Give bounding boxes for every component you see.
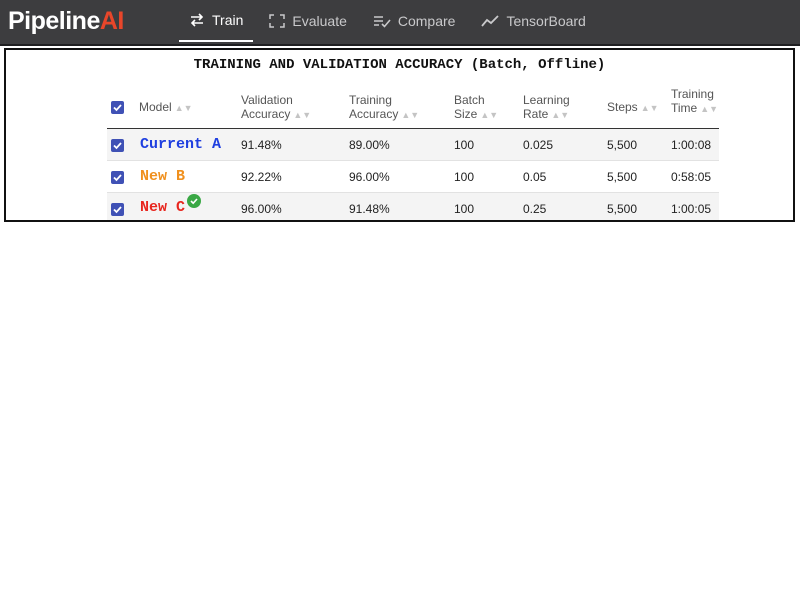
swap-arrows-icon xyxy=(190,13,204,27)
header-learning-rate[interactable]: Learning Rate ▲▼ xyxy=(523,93,570,122)
list-check-icon xyxy=(373,16,391,28)
best-model-check-icon xyxy=(187,194,201,208)
batch-size-cell: 100 xyxy=(454,138,475,152)
training-time-cell: 1:00:05 xyxy=(671,202,712,216)
fullscreen-brackets-icon xyxy=(269,14,286,28)
row-checkbox[interactable] xyxy=(111,203,124,216)
learning-rate-cell: 0.025 xyxy=(523,138,554,152)
learning-rate-cell: 0.25 xyxy=(523,202,547,216)
steps-cell: 5,500 xyxy=(607,170,638,184)
table-row[interactable]: New B 92.22% 96.00% 100 0.05 5,500 0:58:… xyxy=(107,161,719,193)
sort-icon: ▲▼ xyxy=(293,110,312,120)
header-batch-size[interactable]: Batch Size ▲▼ xyxy=(454,93,498,122)
select-all-checkbox[interactable] xyxy=(111,101,124,114)
training-accuracy-cell: 96.00% xyxy=(349,170,390,184)
validation-accuracy-cell: 92.22% xyxy=(241,170,282,184)
learning-rate-cell: 0.05 xyxy=(523,170,547,184)
header-training-time[interactable]: Training Time ▲▼ xyxy=(671,87,718,116)
header-training-accuracy[interactable]: Training Accuracy ▲▼ xyxy=(349,93,419,122)
sort-icon: ▲▼ xyxy=(480,110,499,120)
main-nav: Train Evaluate Compare TensorBoard xyxy=(179,0,602,44)
header-model[interactable]: Model ▲▼ xyxy=(139,100,193,115)
checkmark-icon xyxy=(113,142,122,150)
steps-cell: 5,500 xyxy=(607,202,638,216)
sort-icon: ▲▼ xyxy=(551,110,570,120)
model-name[interactable]: New C xyxy=(140,193,185,223)
batch-size-cell: 100 xyxy=(454,202,475,216)
tab-compare[interactable]: Compare xyxy=(363,0,466,42)
training-accuracy-cell: 89.00% xyxy=(349,138,390,152)
model-name[interactable]: New B xyxy=(140,161,185,193)
steps-cell: 5,500 xyxy=(607,138,638,152)
row-checkbox[interactable] xyxy=(111,171,124,184)
training-accuracy-cell: 91.48% xyxy=(349,202,390,216)
sort-icon: ▲▼ xyxy=(174,103,193,113)
checkmark-icon xyxy=(113,206,122,214)
model-name[interactable]: Current A xyxy=(140,129,221,161)
sort-icon: ▲▼ xyxy=(700,104,719,114)
validation-accuracy-cell: 91.48% xyxy=(241,138,282,152)
pipelineai-logo[interactable]: PipelineAI xyxy=(8,7,124,36)
sort-icon: ▲▼ xyxy=(640,103,659,113)
header-validation-accuracy[interactable]: Validation Accuracy ▲▼ xyxy=(241,93,311,122)
sort-icon: ▲▼ xyxy=(401,110,420,120)
panel-title: TRAINING AND VALIDATION ACCURACY (Batch,… xyxy=(193,57,606,73)
checkmark-icon xyxy=(113,104,122,112)
tab-train[interactable]: Train xyxy=(179,0,254,42)
tab-evaluate[interactable]: Evaluate xyxy=(259,0,356,42)
training-time-cell: 0:58:05 xyxy=(671,170,712,184)
top-nav-bar: PipelineAI Train Evaluate Compare Tensor… xyxy=(0,0,800,46)
line-chart-icon xyxy=(481,15,500,27)
checkmark-icon xyxy=(113,174,122,182)
training-time-cell: 1:00:08 xyxy=(671,138,712,152)
validation-accuracy-cell: 96.00% xyxy=(241,202,282,216)
header-steps[interactable]: Steps ▲▼ xyxy=(607,100,659,115)
table-row[interactable]: Current A 91.48% 89.00% 100 0.025 5,500 … xyxy=(107,129,719,161)
tab-tensorboard[interactable]: TensorBoard xyxy=(471,0,595,42)
batch-size-cell: 100 xyxy=(454,170,475,184)
row-checkbox[interactable] xyxy=(111,139,124,152)
